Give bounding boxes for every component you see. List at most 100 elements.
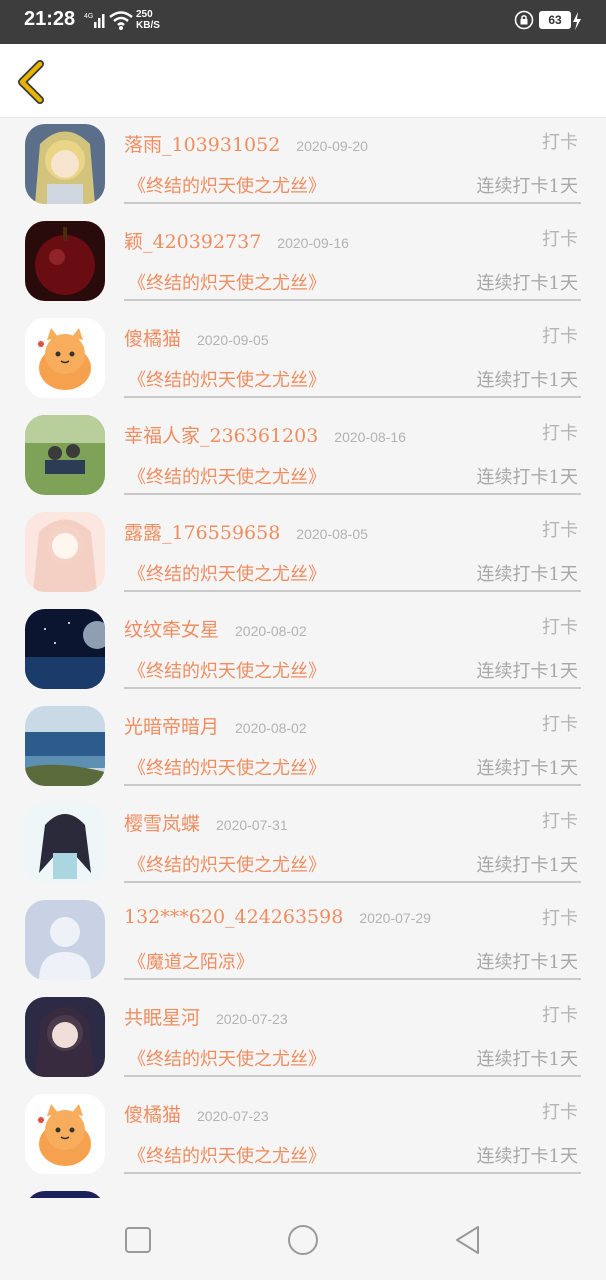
checkin-row[interactable]: 傻橘猫 2020-09-05 打卡 《终结的炽天使之尤丝》 连续打卡1天: [0, 312, 606, 409]
avatar[interactable]: [25, 609, 105, 689]
user-name[interactable]: 纹纹牵女星 2020-08-02: [124, 615, 307, 642]
chevron-left-icon: [18, 60, 44, 104]
row-divider: [124, 978, 581, 980]
user-name-text: 樱雪岚蝶: [124, 813, 201, 835]
checkin-row[interactable]: 132***620_424263598 2020-07-29 打卡 《魔道之陌凉》 连续…: [0, 894, 606, 991]
avatar[interactable]: [25, 1191, 105, 1198]
streak-label: 连续打卡1天: [476, 273, 578, 294]
book-title[interactable]: 《魔道之陌凉》: [128, 948, 254, 974]
checkin-row[interactable]: 颖_420392737 2020-09-16 打卡《终结的炽天使之尤丝》 连续打卡1天: [0, 215, 606, 312]
checkin-label: 打卡: [542, 714, 578, 735]
user-name-text: 落雨_103931052: [124, 134, 281, 156]
user-name[interactable]: 颖_420392737 2020-09-16: [124, 227, 349, 254]
checkin-label: 打卡: [542, 1005, 578, 1026]
checkin-date: 2020-09-05: [197, 332, 269, 348]
avatar[interactable]: [25, 124, 105, 204]
status-time: 21:28: [24, 8, 76, 30]
avatar[interactable]: [25, 221, 105, 301]
avatar[interactable]: [25, 1094, 105, 1174]
avatar[interactable]: [25, 997, 105, 1077]
book-title[interactable]: 《终结的炽天使之尤丝》: [128, 754, 326, 780]
book-title[interactable]: 《终结的炽天使之尤丝》: [128, 560, 326, 586]
streak-label: 连续打卡1天: [476, 370, 578, 391]
checkin-label: 打卡: [542, 811, 578, 832]
streak-label: 连续打卡1天: [476, 467, 578, 488]
network-type: 4G: [84, 13, 93, 20]
system-back-button[interactable]: [450, 1222, 486, 1258]
row-divider: [124, 299, 581, 301]
system-nav-bar: [0, 1198, 606, 1280]
checkin-list[interactable]: 落雨_103931052 2020-09-20 打卡 《终结的炽天使之尤丝》 连续打卡1…: [0, 118, 606, 1198]
row-divider: [124, 493, 581, 495]
checkin-label: 打卡: [542, 229, 578, 250]
user-name-text: 露露_176559658: [124, 522, 281, 544]
checkin-row[interactable]: 露露_176559658 2020-08-05 打卡《终结的炽天使之尤丝》 连续打卡1…: [0, 506, 606, 603]
signal-bars-icon: 4G: [84, 13, 105, 28]
checkin-row[interactable]: 樱雪岚蝶 2020-07-31 打卡《终结的炽天使之尤丝》 连续打卡1天: [0, 797, 606, 894]
book-title[interactable]: 《终结的炽天使之尤丝》: [128, 172, 326, 198]
streak-label: 连续打卡1天: [476, 952, 578, 973]
row-divider: [124, 202, 581, 204]
checkin-row[interactable]: 傻橘猫 2020-07-23 打卡 《终结的炽天使之尤丝》 连续打卡1天: [0, 1088, 606, 1185]
checkin-row[interactable]: 落雨_103931052 2020-09-20 打卡《终结的炽天使之尤丝》 连续打卡1…: [0, 118, 606, 215]
streak-label: 连续打卡1天: [476, 176, 578, 197]
checkin-row[interactable]: 纹纹牵女星 2020-08-02 打卡 《终结的炽天使之尤丝》 连续打卡1天: [0, 603, 606, 700]
avatar[interactable]: [25, 415, 105, 495]
bolt-icon: [573, 12, 581, 30]
home-button[interactable]: [285, 1222, 321, 1258]
avatar[interactable]: [25, 318, 105, 398]
streak-label: 连续打卡1天: [476, 564, 578, 585]
avatar[interactable]: [25, 803, 105, 883]
user-name-text: 纹纹牵女星: [124, 619, 220, 641]
row-divider: [124, 396, 581, 398]
checkin-date: 2020-08-02: [235, 623, 307, 639]
checkin-label: 打卡: [542, 617, 578, 638]
row-divider: [124, 687, 581, 689]
checkin-row[interactable]: 光暗帝暗月 2020-08-02 打卡《终结的炽天使之尤丝》 连续打卡1天: [0, 700, 606, 797]
checkin-row[interactable]: 幸福人家_236361203 2020-08-16 打卡《终结的炽天使之尤丝》 连续打…: [0, 409, 606, 506]
user-name[interactable]: 樱雪岚蝶 2020-07-31: [124, 809, 288, 836]
book-title[interactable]: 《终结的炽天使之尤丝》: [128, 463, 326, 489]
avatar[interactable]: [25, 512, 105, 592]
checkin-date: 2020-08-05: [296, 526, 368, 542]
user-name-text: 傻橘猫: [124, 328, 182, 350]
streak-label: 连续打卡1天: [476, 855, 578, 876]
book-title[interactable]: 《终结的炽天使之尤丝》: [128, 269, 326, 295]
checkin-date: 2020-07-23: [216, 1011, 288, 1027]
speed-unit: KB/S: [136, 20, 160, 31]
streak-label: 连续打卡1天: [476, 758, 578, 779]
avatar[interactable]: [25, 900, 105, 980]
user-name[interactable]: 傻橘猫 2020-07-23: [124, 1100, 269, 1127]
battery-indicator: 63: [539, 11, 571, 29]
book-title[interactable]: 《终结的炽天使之尤丝》: [128, 657, 326, 683]
recent-apps-button[interactable]: [120, 1222, 156, 1258]
book-title[interactable]: 《终结的炽天使之尤丝》: [128, 851, 326, 877]
row-divider: [124, 1075, 581, 1077]
user-name[interactable]: 光暗帝暗月 2020-08-02: [124, 712, 307, 739]
row-divider: [124, 784, 581, 786]
book-title[interactable]: 《终结的炽天使之尤丝》: [128, 366, 326, 392]
checkin-row[interactable]: 共眠星河 2020-07-23 打卡 《终结的炽天使之尤丝》 连续打卡1天: [0, 991, 606, 1088]
checkin-date: 2020-08-02: [235, 720, 307, 736]
avatar[interactable]: [25, 706, 105, 786]
user-name[interactable]: 132***620_424263598 2020-07-29: [124, 906, 431, 928]
checkin-date: 2020-09-20: [296, 138, 368, 154]
book-title[interactable]: 《终结的炽天使之尤丝》: [128, 1142, 326, 1168]
back-button[interactable]: [12, 58, 52, 106]
checkin-label: 打卡: [542, 132, 578, 153]
user-name[interactable]: 落雨_103931052 2020-09-20: [124, 130, 368, 157]
user-name[interactable]: 傻橘猫 2020-09-05: [124, 324, 269, 351]
checkin-label: 打卡: [542, 520, 578, 541]
user-name-text: 颖_420392737: [124, 231, 262, 253]
user-name-text: 傻橘猫: [124, 1104, 182, 1126]
checkin-label: 打卡: [542, 423, 578, 444]
checkin-date: 2020-07-23: [197, 1108, 269, 1124]
user-name[interactable]: 露露_176559658 2020-08-05: [124, 518, 368, 545]
user-name[interactable]: 幸福人家_236361203 2020-08-16: [124, 421, 406, 448]
user-name-text: 幸福人家_236361203: [124, 425, 319, 447]
book-title[interactable]: 《终结的炽天使之尤丝》: [128, 1045, 326, 1071]
checkin-date: 2020-09-16: [277, 235, 349, 251]
speed-value: 250: [136, 9, 153, 20]
user-name[interactable]: 共眠星河 2020-07-23: [124, 1003, 288, 1030]
wifi-icon: [109, 11, 133, 30]
